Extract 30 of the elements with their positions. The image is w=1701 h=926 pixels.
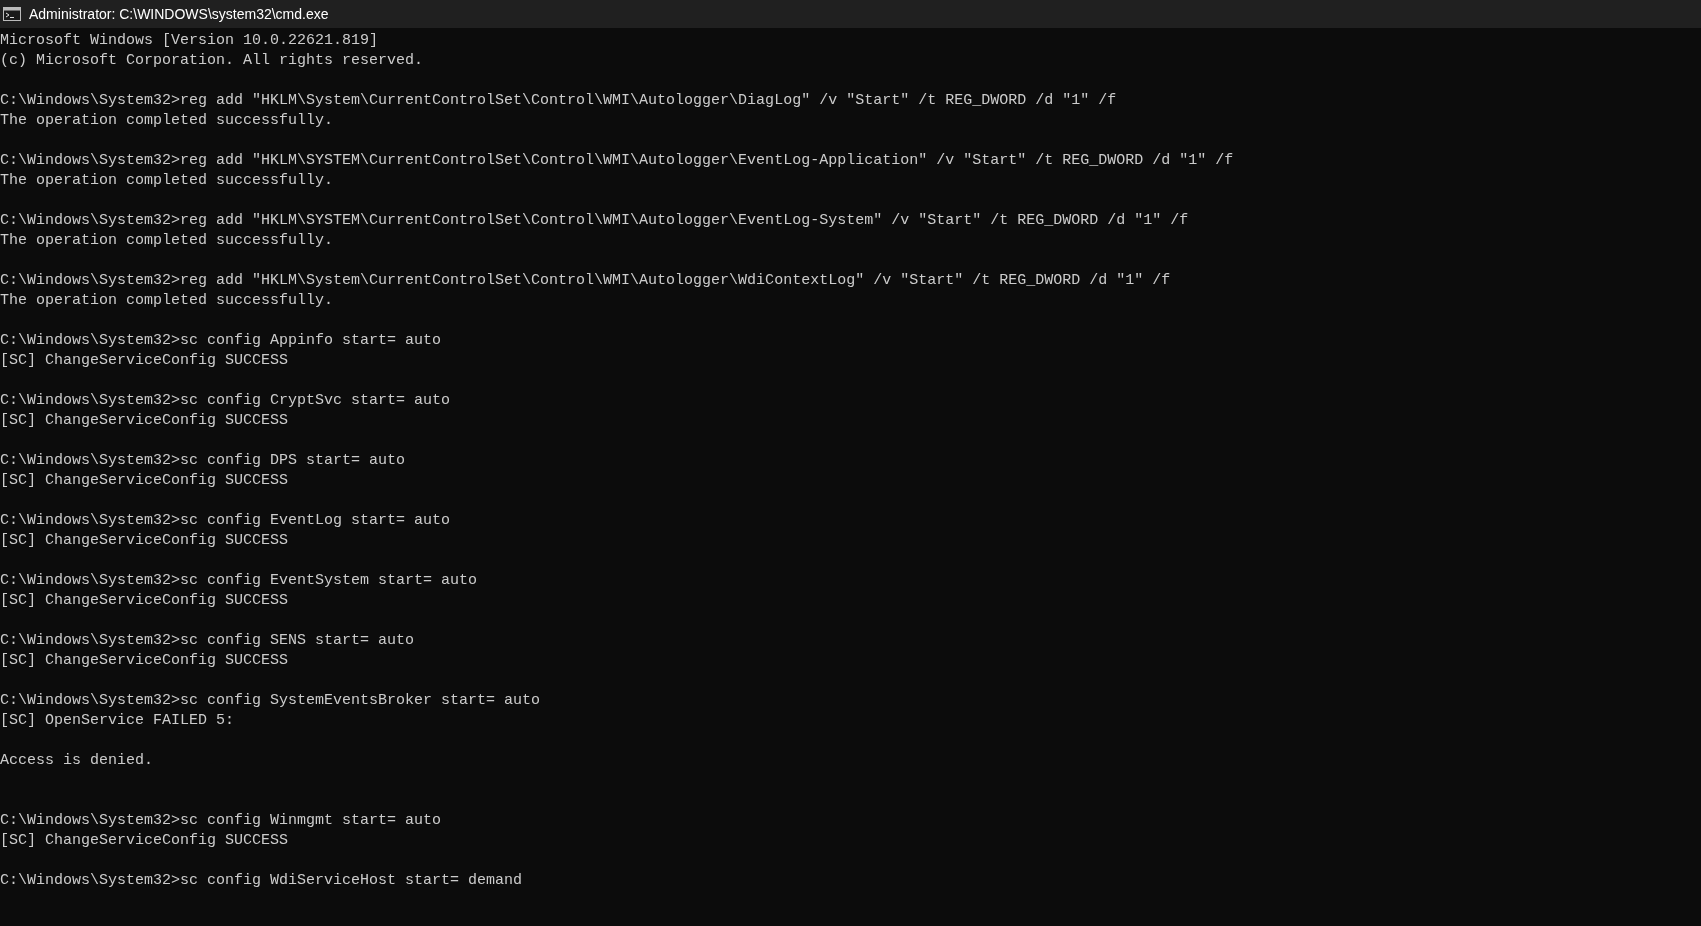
console-line: C:\Windows\System32>sc config WdiServiceHost start= demand [0,871,523,891]
console-line: C:\Windows\System32>sc config CryptSvc start= auto [0,391,451,411]
console-line: (c) Microsoft Corporation. All rights reserved. [0,51,424,71]
console-icon [3,7,21,21]
console-line: [SC] ChangeServiceConfig SUCCESS [0,471,289,491]
window-title: Administrator: C:\WINDOWS\system32\cmd.exe [29,6,329,22]
console-line: [SC] ChangeServiceConfig SUCCESS [0,591,289,611]
console-line: C:\Windows\System32>reg add "HKLM\SYSTEM\CurrentControlSet\Control\WMI\Autologger\EventLog-Application" /v "Start" /t REG_DWORD /d "1" /f [0,151,1234,171]
console-line: C:\Windows\System32>sc config EventSystem start= auto [0,571,478,591]
console-line: Microsoft Windows [Version 10.0.22621.819] [0,31,379,51]
console-line: C:\Windows\System32>reg add "HKLM\System\CurrentControlSet\Control\WMI\Autologger\WdiContextLog" /v "Start" /t REG_DWORD /d "1" /f [0,271,1171,291]
console-line: C:\Windows\System32>reg add "HKLM\SYSTEM\CurrentControlSet\Control\WMI\Autologger\EventLog-System" /v "Start" /t REG_DWORD /d "1" /f [0,211,1189,231]
console-line: [SC] OpenService FAILED 5: [0,711,235,731]
console-line: Access is denied. [0,751,154,771]
console-line: The operation completed successfully. [0,171,334,191]
console-line: C:\Windows\System32>sc config DPS start= auto [0,451,406,471]
console-line: [SC] ChangeServiceConfig SUCCESS [0,531,289,551]
console-line: C:\Windows\System32>sc config Appinfo start= auto [0,331,442,351]
console-line: C:\Windows\System32>reg add "HKLM\System\CurrentControlSet\Control\WMI\Autologger\DiagLog" /v "Start" /t REG_DWORD /d "1" /f [0,91,1117,111]
console-line: The operation completed successfully. [0,231,334,251]
console-line: C:\Windows\System32>sc config SystemEventsBroker start= auto [0,691,541,711]
console-line: The operation completed successfully. [0,111,334,131]
console-line: C:\Windows\System32>sc config SENS start= auto [0,631,415,651]
console-line: The operation completed successfully. [0,291,334,311]
console-line: [SC] ChangeServiceConfig SUCCESS [0,651,289,671]
console-line: [SC] ChangeServiceConfig SUCCESS [0,411,289,431]
console-line: [SC] ChangeServiceConfig SUCCESS [0,831,289,851]
console-line: C:\Windows\System32>sc config Winmgmt start= auto [0,811,442,831]
console-line: C:\Windows\System32>sc config EventLog start= auto [0,511,451,531]
console-line: [SC] ChangeServiceConfig SUCCESS [0,351,289,371]
